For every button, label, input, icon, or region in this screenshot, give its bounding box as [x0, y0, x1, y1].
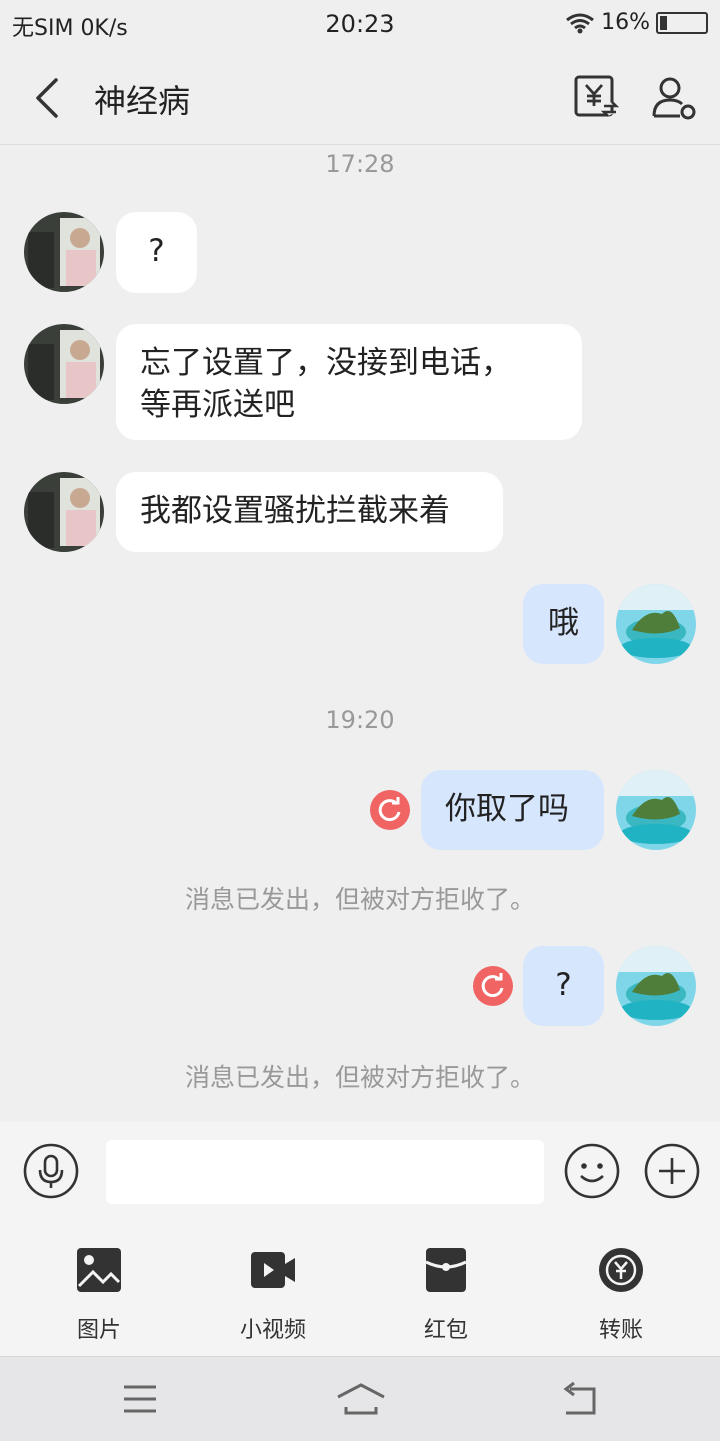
plus-icon[interactable]: [643, 1142, 701, 1200]
message-bubble[interactable]: 你取了吗: [421, 770, 604, 850]
message-bubble[interactable]: ?: [523, 946, 604, 1026]
system-notice: 消息已发出，但被对方拒收了。: [184, 1063, 535, 1092]
my-avatar[interactable]: [616, 946, 696, 1026]
message-line: 等再派送吧: [140, 387, 295, 423]
battery-percent: 16%: [601, 10, 650, 35]
home-icon[interactable]: [336, 1379, 386, 1419]
tool-red-packet[interactable]: 红包: [386, 1246, 506, 1344]
timestamp: 19:20: [325, 706, 395, 734]
image-icon: [77, 1248, 121, 1292]
emoji-icon[interactable]: [563, 1142, 621, 1200]
input-bar: [0, 1122, 720, 1222]
message-bubble[interactable]: 哦: [523, 584, 604, 664]
timestamp: 17:28: [325, 150, 395, 178]
contact-avatar[interactable]: [24, 472, 104, 552]
voice-input-icon[interactable]: [22, 1142, 80, 1200]
battery-icon: [656, 11, 708, 34]
message-list[interactable]: 17:28 ? 忘了设置了，没接到电话， 等再派送吧 我都设置骚扰拦截来着 哦 …: [0, 144, 720, 1122]
transfer-icon: [599, 1248, 643, 1292]
tools-panel: 图片 小视频 红包 转账: [0, 1222, 720, 1356]
contact-avatar[interactable]: [24, 324, 104, 404]
transfer-money-icon[interactable]: [570, 72, 622, 124]
menu-icon[interactable]: [118, 1379, 162, 1419]
message-input[interactable]: [106, 1140, 544, 1204]
system-notice: 消息已发出，但被对方拒收了。: [184, 885, 535, 914]
status-bar: 无SIM 0K/s 20:23 16%: [0, 0, 720, 52]
resend-failed-icon[interactable]: [370, 790, 410, 830]
tool-label: 红包: [423, 1318, 468, 1343]
wifi-icon: [566, 13, 595, 33]
tool-image[interactable]: 图片: [39, 1246, 159, 1344]
chat-title: 神经病: [94, 82, 191, 120]
contact-profile-icon[interactable]: [648, 72, 700, 124]
video-icon: [251, 1252, 295, 1288]
tool-label: 小视频: [239, 1318, 306, 1343]
message-bubble[interactable]: 我都设置骚扰拦截来着: [116, 472, 503, 552]
tool-transfer[interactable]: 转账: [561, 1246, 681, 1344]
message-bubble[interactable]: ?: [116, 212, 197, 293]
tool-label: 转账: [598, 1318, 643, 1343]
my-avatar[interactable]: [616, 770, 696, 850]
my-avatar[interactable]: [616, 584, 696, 664]
resend-failed-icon[interactable]: [473, 966, 513, 1006]
tool-video[interactable]: 小视频: [213, 1246, 333, 1344]
red-packet-icon: [425, 1248, 467, 1292]
chat-header: 神经病: [0, 52, 720, 145]
status-right: 16%: [565, 10, 708, 35]
contact-avatar[interactable]: [24, 212, 104, 292]
message-line: 忘了设置了，没接到电话，: [140, 345, 512, 381]
back-arrow-icon[interactable]: [24, 74, 72, 122]
tool-label: 图片: [76, 1318, 121, 1343]
back-nav-icon[interactable]: [558, 1379, 602, 1419]
message-bubble[interactable]: 忘了设置了，没接到电话， 等再派送吧: [116, 324, 582, 440]
system-nav-bar: [0, 1356, 720, 1441]
